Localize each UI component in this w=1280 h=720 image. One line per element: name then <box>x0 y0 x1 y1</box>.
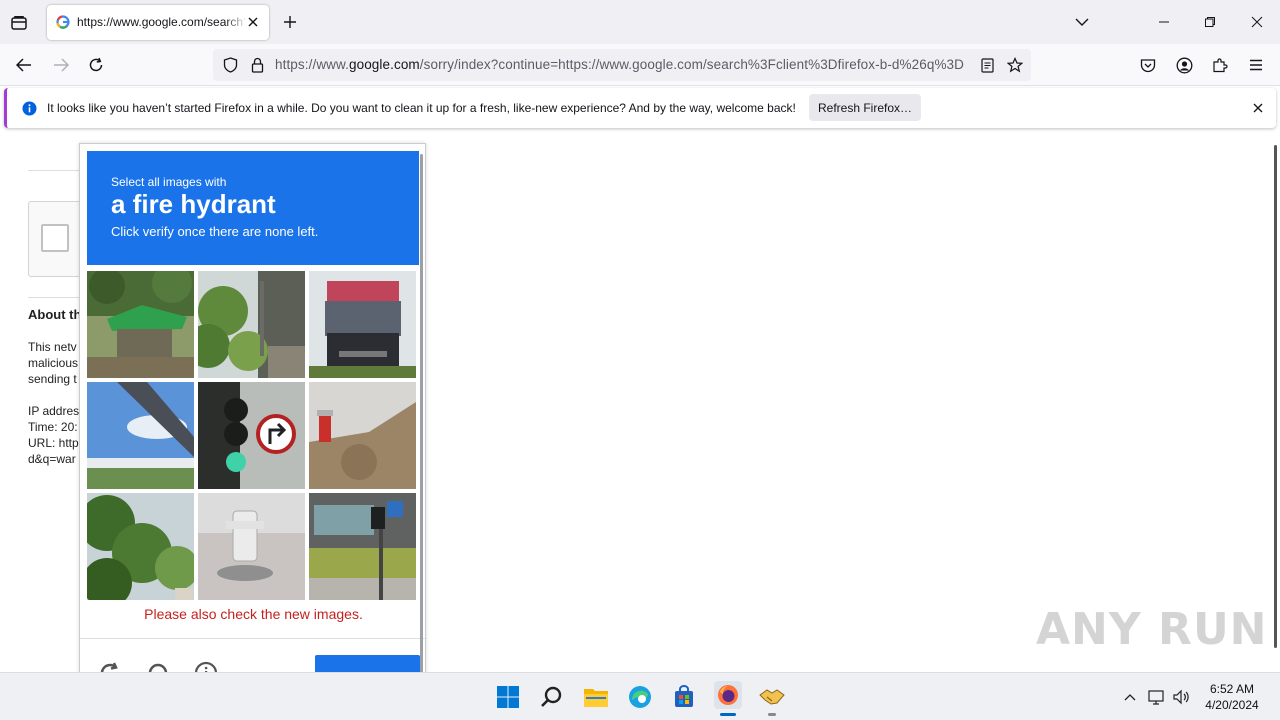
app-menu-icon[interactable] <box>1245 54 1267 76</box>
help-info-icon[interactable] <box>192 659 220 672</box>
tab-title: https://www.google.com/search?client=fir… <box>77 15 245 29</box>
firefox-taskbar-icon[interactable] <box>714 681 742 709</box>
microsoft-store-icon[interactable] <box>670 683 698 711</box>
system-clock[interactable]: 6:52 AM 4/20/2024 <box>1196 681 1268 713</box>
page-paragraph-line: This netv <box>28 340 77 354</box>
firefox-active-indicator <box>720 713 736 716</box>
page-info-line: d&q=war <box>28 452 76 466</box>
verify-button[interactable]: VERIFY <box>315 655 420 672</box>
clock-date: 4/20/2024 <box>1205 698 1259 712</box>
url-text: https://www.google.com/sorry/index?conti… <box>275 57 965 72</box>
tile-red-truck-front[interactable] <box>309 271 416 378</box>
google-favicon-icon <box>56 15 70 29</box>
tile-overpass-sky[interactable] <box>87 382 194 489</box>
network-icon[interactable] <box>1147 687 1167 707</box>
restore-icon[interactable] <box>1200 12 1220 32</box>
back-icon[interactable] <box>13 54 35 76</box>
tile-white-fire-hydrant[interactable] <box>198 493 305 600</box>
handshake-indicator <box>768 713 776 716</box>
recaptcha-checkbox[interactable] <box>41 224 69 252</box>
firefox-view-icon[interactable] <box>8 12 30 34</box>
close-window-icon[interactable] <box>1247 12 1267 32</box>
extensions-icon[interactable] <box>1209 54 1231 76</box>
address-bar[interactable]: https://www.google.com/sorry/index?conti… <box>213 49 1031 81</box>
challenge-target: a fire hydrant <box>111 189 276 219</box>
tracking-protection-shield-icon[interactable] <box>221 56 239 74</box>
close-notification-icon[interactable] <box>1250 100 1266 116</box>
volume-icon[interactable] <box>1171 687 1191 707</box>
audio-challenge-icon[interactable] <box>144 659 172 672</box>
page-info-line: Time: 20: <box>28 420 78 434</box>
handshake-app-icon[interactable] <box>758 683 786 711</box>
challenge-header: Select all images with a fire hydrant Cl… <box>87 151 419 265</box>
edge-browser-icon[interactable] <box>626 683 654 711</box>
windows-start-icon[interactable] <box>494 683 522 711</box>
recaptcha-challenge: Select all images with a fire hydrant Cl… <box>79 143 427 672</box>
challenge-intro: Select all images with <box>111 175 227 189</box>
windows-taskbar: 6:52 AM 4/20/2024 <box>0 672 1280 720</box>
tile-red-fire-hydrant-sidewalk[interactable] <box>309 382 416 489</box>
challenge-scrollbar[interactable] <box>420 154 423 672</box>
forward-icon[interactable] <box>50 54 72 76</box>
file-explorer-icon[interactable] <box>582 683 610 711</box>
reload-icon[interactable] <box>85 54 107 76</box>
tile-traffic-light-right-arrow[interactable] <box>198 382 305 489</box>
bookmark-star-icon[interactable] <box>1006 56 1024 74</box>
close-tab-icon[interactable] <box>245 14 261 30</box>
about-heading: About th <box>28 307 82 322</box>
page-info-line: URL: http <box>28 436 79 450</box>
refresh-firefox-button[interactable]: Refresh Firefox… <box>809 94 921 121</box>
tab-strip: https://www.google.com/search?client=fir… <box>0 0 1280 44</box>
page-paragraph-line: sending t <box>28 372 77 386</box>
show-hidden-icons-chevron-icon[interactable] <box>1120 687 1140 707</box>
tile-garden-path-lamppost[interactable] <box>198 271 305 378</box>
browser-tab[interactable]: https://www.google.com/search?client=fir… <box>47 5 269 40</box>
refresh-notification-bar: It looks like you haven’t started Firefo… <box>4 88 1276 128</box>
page-scrollbar[interactable] <box>1274 145 1277 648</box>
search-icon[interactable] <box>538 683 566 711</box>
challenge-divider <box>80 638 427 639</box>
notification-message: It looks like you haven’t started Firefo… <box>47 101 796 115</box>
lock-icon[interactable] <box>248 56 266 74</box>
reload-challenge-icon[interactable] <box>96 659 124 672</box>
account-icon[interactable] <box>1173 54 1195 76</box>
page-paragraph-line: malicious <box>28 356 79 370</box>
list-all-tabs-icon[interactable] <box>1072 12 1092 32</box>
minimize-icon[interactable] <box>1154 12 1174 32</box>
anyrun-watermark: ANY RUN <box>1036 604 1268 655</box>
reader-view-icon[interactable] <box>978 56 996 74</box>
web-page: About th This netv malicious sending t I… <box>0 133 1280 672</box>
navigation-toolbar: https://www.google.com/sorry/index?conti… <box>0 44 1280 86</box>
pocket-icon[interactable] <box>1137 54 1159 76</box>
tile-green-canopy-tent[interactable] <box>87 271 194 378</box>
page-info-line: IP addres <box>28 404 80 418</box>
info-icon <box>21 100 37 116</box>
new-tab-icon[interactable] <box>280 12 300 32</box>
clock-time: 6:52 AM <box>1209 682 1255 696</box>
tile-traffic-light-crosswalk[interactable] <box>309 493 416 600</box>
challenge-instruction: Click verify once there are none left. <box>111 224 319 239</box>
challenge-note: Please also check the new images. <box>144 606 363 622</box>
tile-trees-greenery[interactable] <box>87 493 194 600</box>
